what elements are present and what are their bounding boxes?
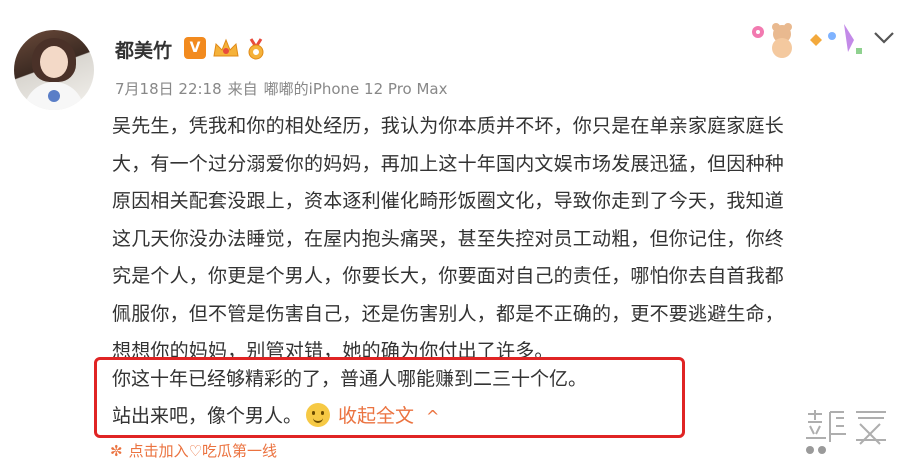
post-source-label: 来自: [227, 80, 258, 98]
avatar[interactable]: [14, 30, 94, 110]
decoration-sticker-icon: [752, 23, 862, 58]
post-line: 吴先生，凭我和你的相处经历，我认为你本质并不坏，你只是在单亲家庭家庭长: [112, 115, 785, 137]
post-meta: 7月18日 22:18 来自 嘟嘟的iPhone 12 Pro Max: [115, 78, 448, 99]
smile-emoji-icon: [306, 403, 331, 427]
post-line: 究是个人，你更是个男人，你要长大，你要面对自己的责任，哪怕你去自首我都: [112, 265, 785, 287]
post-line: 这几天你没办法睡觉，在屋内抱头痛哭，甚至失控对员工动粗，但你记住，你终: [112, 227, 785, 250]
post-device: 嘟嘟的iPhone 12 Pro Max: [263, 80, 448, 98]
highlight-line-2: 站出来吧，像个男人。: [112, 405, 303, 427]
chevron-up-icon[interactable]: ^: [426, 407, 439, 426]
topic-link[interactable]: ✼ 点击加入♡吃瓜第一线: [110, 440, 277, 461]
avatar-badge: [48, 90, 60, 102]
avatar-face: [40, 46, 68, 78]
post-body: 吴先生，凭我和你的相处经历，我认为你本质并不坏，你只是在单亲家庭家庭长 大，有一…: [112, 108, 902, 371]
medal-icon[interactable]: [245, 37, 267, 61]
post-date[interactable]: 7月18日 22:18: [115, 80, 222, 98]
user-name[interactable]: 都美竹: [115, 36, 172, 63]
post-line: 佩服你，但不管是伤害自己，还是伤害别人，都是不正确的，更不要逃避生命，: [112, 302, 785, 325]
highlight-line-2-wrapper: 站出来吧，像个男人。 收起全文 ^: [112, 401, 439, 428]
crown-icon[interactable]: [212, 36, 240, 60]
topic-symbol-icon: ✼: [110, 442, 123, 460]
chevron-down-icon[interactable]: [872, 28, 896, 46]
collapse-text-button[interactable]: 收起全文: [338, 405, 414, 427]
post-line: 原因相关配套没跟上，资本逐利催化畸形饭圈文化，导致你走到了今天，我知道: [112, 190, 785, 212]
post-line: 大，有一个过分溺爱你的妈妈，再加上这十年国内文娱市场发展迅猛，但因种种: [112, 152, 785, 175]
highlight-line-1: 你这十年已经够精彩的了，普通人哪能赚到二三十个亿。: [112, 368, 588, 390]
vip-badge-icon[interactable]: V: [184, 37, 206, 59]
topic-label: 点击加入♡吃瓜第一线: [128, 442, 278, 460]
watermark-logo-icon: [806, 410, 886, 454]
